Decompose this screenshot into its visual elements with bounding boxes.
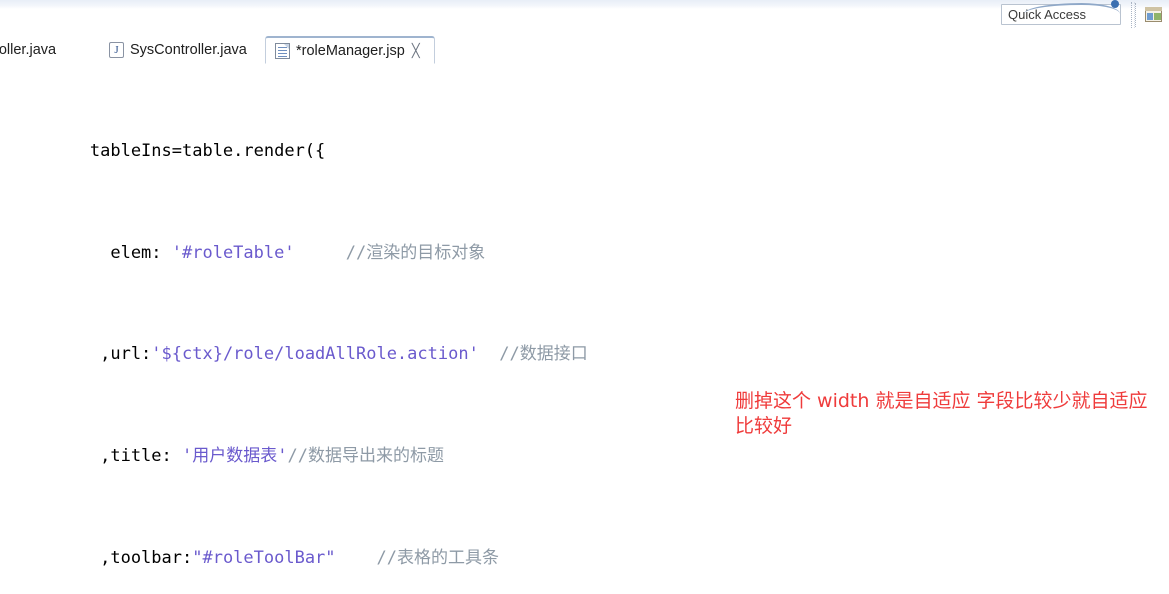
perspective-icon-pane-left [1147, 13, 1153, 20]
quick-access-placeholder: Quick Access [1008, 7, 1087, 22]
tab-syscontroller-java[interactable]: J SysController.java [100, 36, 263, 63]
tab-label: *roleManager.jsp [296, 42, 405, 59]
perspective-switch-icon[interactable] [1143, 5, 1165, 25]
quick-access-dot-decoration [1111, 0, 1119, 8]
code-content[interactable]: tableIns=table.render({ elem: '#roleTabl… [0, 63, 1169, 594]
code-line[interactable]: ,toolbar:"#roleToolBar" //表格的工具条 [0, 546, 1169, 571]
tab-rolemanager-jsp[interactable]: *roleManager.jsp ╳ [265, 36, 435, 64]
code-line[interactable]: ,title: '用户数据表'//数据导出来的标题 [0, 444, 1169, 469]
toolbar-gradient [0, 0, 1169, 9]
red-annotation: 删掉这个 width 就是自适应 字段比较少就自适应 比较好 [735, 390, 1148, 437]
toolbar-drag-handle[interactable] [1135, 3, 1139, 27]
code-line[interactable]: tableIns=table.render({ [0, 139, 1169, 164]
close-icon[interactable]: ╳ [412, 44, 425, 57]
perspective-icon-pane-right [1154, 13, 1161, 20]
tab-troller-java[interactable]: J troller.java [0, 36, 72, 63]
tab-label: troller.java [0, 41, 57, 58]
code-editor[interactable]: tableIns=table.render({ elem: '#roleTabl… [0, 63, 1169, 594]
java-file-icon: J [109, 41, 124, 58]
code-line[interactable]: elem: '#roleTable' //渲染的目标对象 [0, 241, 1169, 266]
jsp-file-icon-corner [284, 43, 289, 49]
jsp-file-icon [275, 42, 290, 59]
code-line[interactable]: ,url:'${ctx}/role/loadAllRole.action' //… [0, 342, 1169, 367]
quick-access-input[interactable]: Quick Access [1001, 0, 1121, 25]
toolbar-separator [1131, 2, 1135, 28]
ide-toolbar: Quick Access [0, 0, 1169, 34]
editor-tab-bar: J troller.java J SysController.java *rol… [0, 34, 1169, 64]
tab-label: SysController.java [130, 41, 247, 58]
perspective-icon-titlebar [1145, 7, 1162, 11]
